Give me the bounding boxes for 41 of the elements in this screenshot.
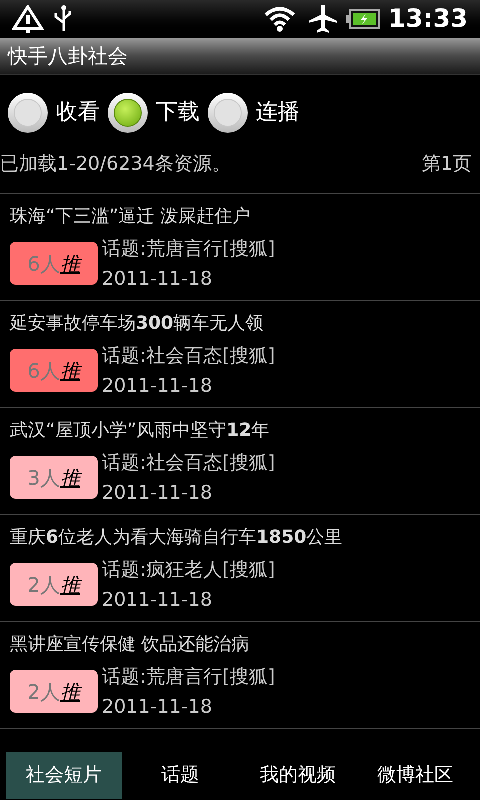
date-text: 2011-11-18: [102, 267, 214, 292]
window-title: 快手八卦社会: [8, 43, 128, 70]
radio-button[interactable]: 收看: [8, 92, 100, 132]
radio-button[interactable]: 连播: [208, 92, 300, 132]
recommend-badge[interactable]: 3人推: [10, 456, 98, 499]
date-text: 2011-11-18: [102, 481, 214, 506]
tab[interactable]: 微博社区: [356, 752, 474, 799]
page-number: 第1页: [422, 152, 472, 177]
topic-text: 话题:疯狂老人[搜狐]: [102, 558, 276, 583]
date-text: 2011-11-18: [102, 695, 214, 720]
usb-icon: [52, 5, 72, 33]
warning-icon: [12, 5, 44, 33]
airplane-icon: [308, 4, 338, 34]
date-text: 2011-11-18: [102, 374, 214, 399]
wifi-icon: [264, 6, 296, 32]
recommend-badge[interactable]: 6人推: [10, 349, 98, 392]
loaded-count-text: 已加载1-20/6234条资源。: [0, 152, 231, 177]
topic-text: 话题:荒唐言行[搜狐]: [102, 237, 276, 262]
clock: 13:33: [388, 3, 468, 36]
item-title: 珠海“下三滥”逼迁 泼屎赶住户: [10, 205, 252, 229]
tab[interactable]: 话题: [122, 752, 240, 799]
tab[interactable]: 社会短片: [6, 752, 122, 799]
radio-button[interactable]: 下载: [108, 92, 200, 132]
topic-text: 话题:社会百态[搜狐]: [102, 451, 276, 476]
list-item[interactable]: 珠海“下三滥”逼迁 泼屎赶住户 6人推 话题:荒唐言行[搜狐] 2011-11-18: [0, 194, 480, 301]
date-text: 2011-11-18: [102, 588, 214, 613]
battery-icon: [346, 9, 380, 29]
list-item[interactable]: 武汉“屋顶小学”风雨中坚守12年 3人推 话题:社会百态[搜狐] 2011-11-18: [0, 408, 480, 515]
recommend-badge[interactable]: 2人推: [10, 670, 98, 713]
tab[interactable]: 我的视频: [239, 752, 357, 799]
recommend-badge[interactable]: 6人推: [10, 242, 98, 285]
topic-text: 话题:荒唐言行[搜狐]: [102, 665, 276, 690]
item-title: 重庆6位老人为看大海骑自行车1850公里: [10, 526, 344, 550]
list-item[interactable]: 重庆6位老人为看大海骑自行车1850公里 2人推 话题:疯狂老人[搜狐] 2011-11-18: [0, 515, 480, 622]
topic-text: 话题:社会百态[搜狐]: [102, 344, 276, 369]
list-item[interactable]: 黑讲座宣传保健 饮品还能治病 2人推 话题:荒唐言行[搜狐] 2011-11-18: [0, 622, 480, 729]
recommend-badge[interactable]: 2人推: [10, 563, 98, 606]
item-title: 武汉“屋顶小学”风雨中坚守12年: [10, 419, 271, 443]
list-item[interactable]: 延安事故停车场300辆车无人领 6人推 话题:社会百态[搜狐] 2011-11-18: [0, 301, 480, 408]
item-title: 延安事故停车场300辆车无人领: [10, 312, 265, 336]
item-title: 黑讲座宣传保健 饮品还能治病: [10, 633, 251, 657]
